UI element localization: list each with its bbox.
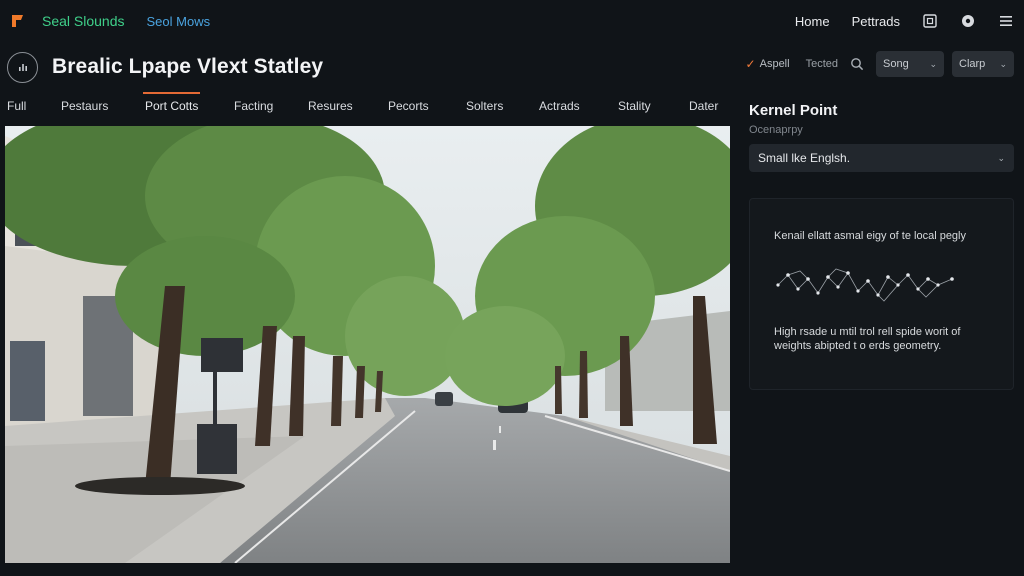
window-icon[interactable]: [922, 13, 938, 29]
right-panel: Kernel Point Ocenaprpy Small lke Englsh.…: [749, 96, 1014, 172]
chevron-down-icon: ⌄: [929, 58, 937, 69]
aspell-label: Aspell: [759, 58, 790, 70]
info-card-top-text: Kenail ellatt asmal eigy of te local peg…: [774, 230, 966, 242]
settings-icon[interactable]: [960, 13, 976, 29]
avatar[interactable]: [7, 51, 38, 83]
song-select-value: Song: [883, 58, 909, 70]
brand-name: Seal Slounds: [42, 13, 125, 29]
chevron-down-icon: ⌄: [997, 152, 1005, 163]
toolbar: ✓ Aspell Tected Song ⌄ Clarp ⌄: [746, 50, 1014, 78]
logo-icon: [12, 15, 23, 27]
kernel-graph-illustration: [776, 268, 954, 302]
check-icon: ✓: [745, 57, 756, 71]
tab-solters[interactable]: Solters: [466, 93, 503, 119]
language-select[interactable]: Small lke Englsh. ⌄: [749, 144, 1014, 172]
nav-home[interactable]: Home: [795, 14, 830, 29]
tab-dater[interactable]: Dater: [689, 93, 718, 119]
info-card: Kenail ellatt asmal eigy of te local peg…: [749, 198, 1014, 390]
title-bar: Brealic Lpape Vlext Statley: [0, 42, 740, 92]
chevron-down-icon: ⌄: [999, 58, 1007, 69]
aspell-toggle[interactable]: ✓ Aspell: [746, 57, 790, 71]
tab-bar: Full Pestaurs Port Cotts Facting Resures…: [0, 92, 740, 120]
info-card-bottom-text: High rsade u mtil trol rell spide worit …: [774, 326, 961, 352]
search-icon[interactable]: [850, 57, 864, 71]
panel-title: Kernel Point: [749, 102, 838, 119]
tab-port-cotts[interactable]: Port Cotts: [142, 92, 201, 119]
top-bar: Seal Slounds Seol Mows Home Pettrads: [0, 0, 1024, 42]
street-scene-image: [5, 126, 730, 563]
song-select[interactable]: Song ⌄: [876, 51, 944, 77]
nav-pettrads[interactable]: Pettrads: [852, 14, 900, 29]
tab-full[interactable]: Full: [7, 93, 26, 119]
tab-pecorts[interactable]: Pecorts: [388, 93, 429, 119]
tab-resures[interactable]: Resures: [308, 93, 353, 119]
tab-stality[interactable]: Stality: [618, 93, 651, 119]
tab-pestaurs[interactable]: Pestaurs: [61, 93, 108, 119]
clarp-select[interactable]: Clarp ⌄: [952, 51, 1014, 77]
panel-subtitle: Ocenaprpy: [749, 124, 803, 136]
menu-icon[interactable]: [998, 13, 1014, 29]
tected-link[interactable]: Tected: [806, 58, 838, 70]
brand[interactable]: Seal Slounds Seol Mows: [10, 13, 210, 29]
bar-chart-icon: [18, 64, 27, 71]
tab-actrads[interactable]: Actrads: [539, 93, 580, 119]
clarp-select-value: Clarp: [959, 58, 986, 70]
page-title: Brealic Lpape Vlext Statley: [52, 55, 324, 78]
tab-facting[interactable]: Facting: [234, 93, 273, 119]
brand-subtitle[interactable]: Seol Mows: [147, 14, 211, 29]
language-select-value: Small lke Englsh.: [758, 151, 851, 165]
top-nav: Home Pettrads: [795, 13, 1014, 29]
